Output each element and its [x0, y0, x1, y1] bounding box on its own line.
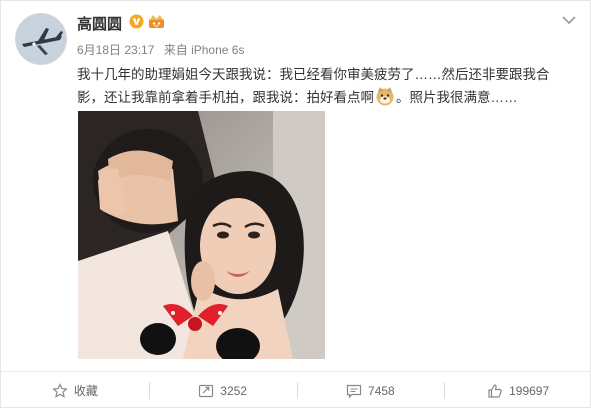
comment-count: 7458	[368, 383, 395, 398]
action-bar: 收藏 3252 7458 199697	[1, 372, 591, 408]
thumbs-up-icon	[488, 383, 502, 398]
avatar-airplane-graphic	[16, 14, 66, 64]
like-button[interactable]: 199697	[444, 372, 591, 408]
author-name[interactable]: 高圆圆	[77, 13, 122, 34]
post-text-segment: 。照片我很满意……	[396, 90, 518, 105]
comment-button[interactable]: 7458	[296, 372, 445, 408]
favorite-label: 收藏	[73, 384, 98, 398]
repost-count: 3252	[220, 383, 247, 398]
like-count: 199697	[509, 383, 550, 398]
doge-emoji-icon	[376, 87, 394, 106]
selfie-photo-illustration	[78, 111, 325, 359]
post-text-line: 我十几年的助理娟姐今天跟我说：我已经看你审美疲劳了……然后还非要跟我合	[77, 67, 550, 82]
vip-crown-icon[interactable]	[148, 14, 165, 29]
repost-icon	[199, 384, 214, 397]
comment-icon	[346, 384, 362, 398]
post-text-line: 影，还让我靠前拿着手机拍，跟我说：拍好看点啊 。照片我很满意……	[77, 86, 557, 109]
star-icon	[52, 382, 68, 398]
post-source[interactable]: 来自 iPhone 6s	[164, 43, 245, 57]
repost-button[interactable]: 3252	[148, 372, 297, 408]
post-text: 我十几年的助理娟姐今天跟我说：我已经看你审美疲劳了……然后还非要跟我合 影，还让…	[77, 64, 557, 109]
verified-v-icon[interactable]	[129, 14, 144, 29]
post-text-segment: 影，还让我靠前拿着手机拍，跟我说：拍好看点啊	[77, 90, 374, 105]
post-date[interactable]: 6月18日 23:17	[77, 43, 154, 57]
post-meta: 6月18日 23:17 来自 iPhone 6s	[77, 41, 250, 58]
weibo-post-card: 高圆圆 6月18日 23:17 来自 iPhone 6s 我十几年的助理娟姐今天…	[0, 0, 591, 408]
avatar[interactable]	[15, 13, 67, 65]
author-badges	[129, 14, 165, 29]
chevron-down-icon[interactable]	[562, 15, 576, 25]
favorite-button[interactable]: 收藏	[1, 372, 149, 408]
post-photo[interactable]	[78, 111, 325, 359]
